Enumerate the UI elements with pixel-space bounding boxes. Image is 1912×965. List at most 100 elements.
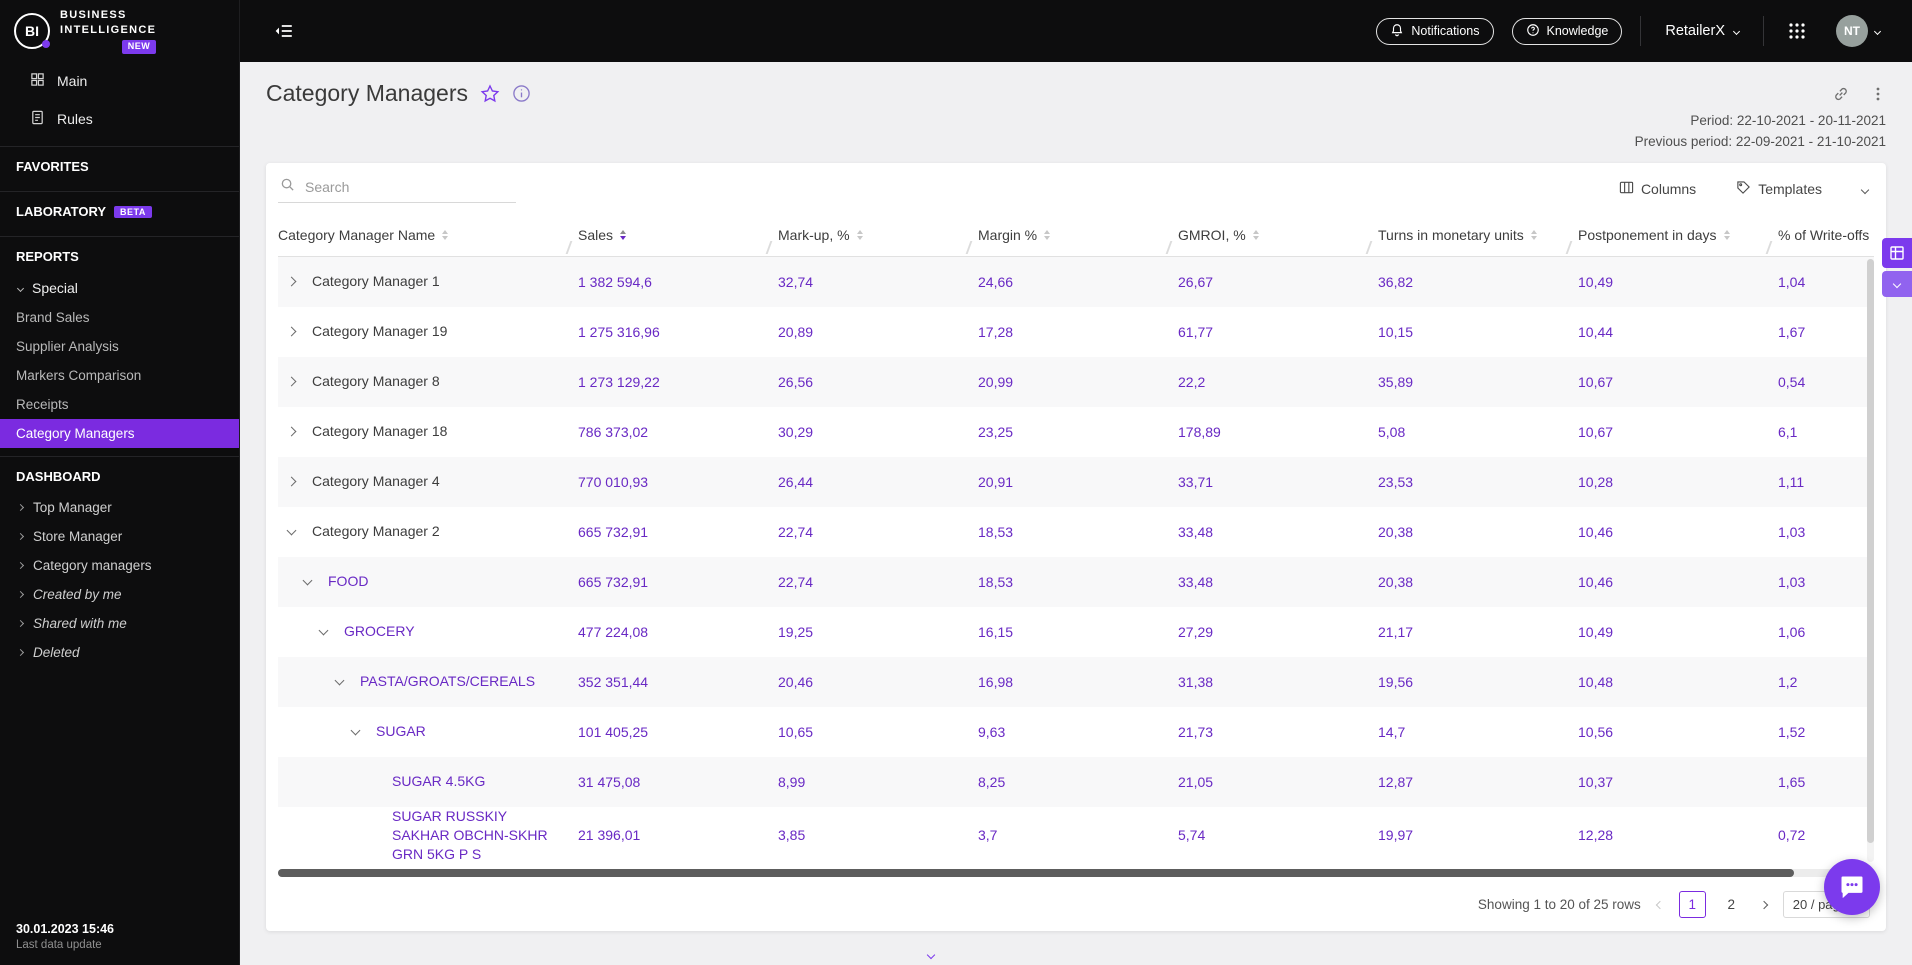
cell-markup[interactable]: 8,99 xyxy=(778,774,978,790)
cell-sales[interactable]: 101 405,25 xyxy=(578,724,778,740)
cell-gmroi[interactable]: 31,38 xyxy=(1178,674,1378,690)
cell-gmroi[interactable]: 26,67 xyxy=(1178,274,1378,290)
cell-markup[interactable]: 20,46 xyxy=(778,674,978,690)
sort-icon[interactable] xyxy=(620,230,627,241)
expand-chevron[interactable] xyxy=(286,426,312,437)
cell-markup[interactable]: 3,85 xyxy=(778,827,978,843)
info-button[interactable] xyxy=(512,84,531,103)
cell-margin[interactable]: 16,15 xyxy=(978,624,1178,640)
cell-gmroi[interactable]: 61,77 xyxy=(1178,324,1378,340)
cell-markup[interactable]: 26,56 xyxy=(778,374,978,390)
column-header[interactable]: % of Write-offs xyxy=(1778,227,1874,243)
cell-markup[interactable]: 10,65 xyxy=(778,724,978,740)
cell-margin[interactable]: 18,53 xyxy=(978,574,1178,590)
cell-turns[interactable]: 35,89 xyxy=(1378,374,1578,390)
cell-turns[interactable]: 19,97 xyxy=(1378,827,1578,843)
table-row[interactable]: PASTA/GROATS/CEREALS 352 351,44 20,46 16… xyxy=(278,656,1874,707)
user-menu-button[interactable]: NT xyxy=(1830,14,1886,48)
sidebar-toggle-button[interactable] xyxy=(268,20,300,42)
row-name-link[interactable]: Category Manager 8 xyxy=(312,372,440,391)
sort-icon[interactable] xyxy=(1723,230,1730,241)
cell-markup[interactable]: 30,29 xyxy=(778,424,978,440)
cell-writeoffs[interactable]: 1,06 xyxy=(1778,624,1874,640)
cell-writeoffs[interactable]: 1,03 xyxy=(1778,524,1874,540)
horizontal-scrollbar[interactable] xyxy=(278,868,1874,877)
search-input[interactable] xyxy=(303,177,514,196)
cell-gmroi[interactable]: 22,2 xyxy=(1178,374,1378,390)
column-resize-handle[interactable] xyxy=(1165,241,1173,255)
cell-gmroi[interactable]: 33,48 xyxy=(1178,574,1378,590)
knowledge-button[interactable]: Knowledge xyxy=(1511,17,1623,45)
expand-chevron[interactable] xyxy=(302,575,328,586)
page-1-button[interactable]: 1 xyxy=(1678,891,1706,919)
templates-button[interactable]: Templates xyxy=(1730,179,1828,199)
cell-markup[interactable]: 26,44 xyxy=(778,474,978,490)
table-row[interactable]: Category Manager 4 770 010,93 26,44 20,9… xyxy=(278,456,1874,507)
cell-markup[interactable]: 32,74 xyxy=(778,274,978,290)
cell-postponement[interactable]: 10,67 xyxy=(1578,374,1778,390)
expand-chevron[interactable] xyxy=(286,476,312,487)
cell-gmroi[interactable]: 178,89 xyxy=(1178,424,1378,440)
workspace-selector[interactable]: RetailerX xyxy=(1659,22,1745,40)
column-header[interactable]: Turns in monetary units xyxy=(1378,227,1578,255)
share-link-button[interactable] xyxy=(1832,85,1850,103)
sidebar-dashboard-item[interactable]: Shared with me xyxy=(0,609,239,638)
cell-turns[interactable]: 19,56 xyxy=(1378,674,1578,690)
cell-postponement[interactable]: 10,49 xyxy=(1578,274,1778,290)
apps-grid-button[interactable] xyxy=(1782,21,1812,41)
column-header[interactable]: Mark-up, % xyxy=(778,227,978,255)
sidebar-dashboard-item[interactable]: Top Manager xyxy=(0,493,239,522)
row-name-link[interactable]: SUGAR 4.5KG xyxy=(392,772,485,791)
table-row[interactable]: Category Manager 1 1 382 594,6 32,74 24,… xyxy=(278,256,1874,307)
table-row[interactable]: SUGAR 4.5KG 31 475,08 8,99 8,25 21,05 12… xyxy=(278,756,1874,807)
column-resize-handle[interactable] xyxy=(1365,241,1373,255)
open-side-panel-button[interactable] xyxy=(1882,238,1912,268)
expand-chevron[interactable] xyxy=(334,675,360,686)
collapse-toolbar-button[interactable] xyxy=(1856,180,1874,197)
cell-margin[interactable]: 8,25 xyxy=(978,774,1178,790)
cell-gmroi[interactable]: 27,29 xyxy=(1178,624,1378,640)
sort-icon[interactable] xyxy=(1252,230,1259,241)
row-name-link[interactable]: PASTA/GROATS/CEREALS xyxy=(360,672,535,691)
cell-writeoffs[interactable]: 6,1 xyxy=(1778,424,1874,440)
column-resize-handle[interactable] xyxy=(1765,241,1773,255)
sidebar-dashboard-item[interactable]: Deleted xyxy=(0,638,239,667)
cell-turns[interactable]: 21,17 xyxy=(1378,624,1578,640)
cell-postponement[interactable]: 10,37 xyxy=(1578,774,1778,790)
cell-postponement[interactable]: 10,28 xyxy=(1578,474,1778,490)
cell-sales[interactable]: 1 273 129,22 xyxy=(578,374,778,390)
cell-postponement[interactable]: 10,67 xyxy=(1578,424,1778,440)
previous-page-button[interactable] xyxy=(1653,898,1667,912)
favorite-star-button[interactable] xyxy=(480,83,500,104)
cell-markup[interactable]: 20,89 xyxy=(778,324,978,340)
cell-postponement[interactable]: 10,44 xyxy=(1578,324,1778,340)
page-2-button[interactable]: 2 xyxy=(1718,891,1745,918)
cell-margin[interactable]: 9,63 xyxy=(978,724,1178,740)
cell-sales[interactable]: 31 475,08 xyxy=(578,774,778,790)
row-name-link[interactable]: Category Manager 2 xyxy=(312,522,440,541)
cell-writeoffs[interactable]: 1,2 xyxy=(1778,674,1874,690)
cell-sales[interactable]: 1 382 594,6 xyxy=(578,274,778,290)
column-resize-handle[interactable] xyxy=(1565,241,1573,255)
expand-chevron[interactable] xyxy=(286,326,312,337)
sidebar-group-special[interactable]: Special xyxy=(0,273,239,303)
cell-turns[interactable]: 20,38 xyxy=(1378,574,1578,590)
chat-widget-button[interactable] xyxy=(1824,859,1880,915)
cell-margin[interactable]: 17,28 xyxy=(978,324,1178,340)
cell-gmroi[interactable]: 21,73 xyxy=(1178,724,1378,740)
columns-button[interactable]: Columns xyxy=(1613,179,1702,199)
column-header[interactable]: GMROI, % xyxy=(1178,227,1378,255)
cell-margin[interactable]: 23,25 xyxy=(978,424,1178,440)
cell-turns[interactable]: 14,7 xyxy=(1378,724,1578,740)
cell-margin[interactable]: 20,99 xyxy=(978,374,1178,390)
sort-icon[interactable] xyxy=(1044,230,1051,241)
cell-margin[interactable]: 3,7 xyxy=(978,827,1178,843)
cell-margin[interactable]: 24,66 xyxy=(978,274,1178,290)
cell-postponement[interactable]: 10,56 xyxy=(1578,724,1778,740)
cell-turns[interactable]: 10,15 xyxy=(1378,324,1578,340)
row-name-link[interactable]: Category Manager 19 xyxy=(312,322,447,341)
table-row[interactable]: SUGAR RUSSKIY SAKHAR OBCHN-SKHR GRN 5KG … xyxy=(278,807,1874,864)
sidebar-item-rules[interactable]: Rules xyxy=(0,100,239,138)
column-header[interactable]: Postponement in days xyxy=(1578,227,1778,255)
cell-markup[interactable]: 19,25 xyxy=(778,624,978,640)
